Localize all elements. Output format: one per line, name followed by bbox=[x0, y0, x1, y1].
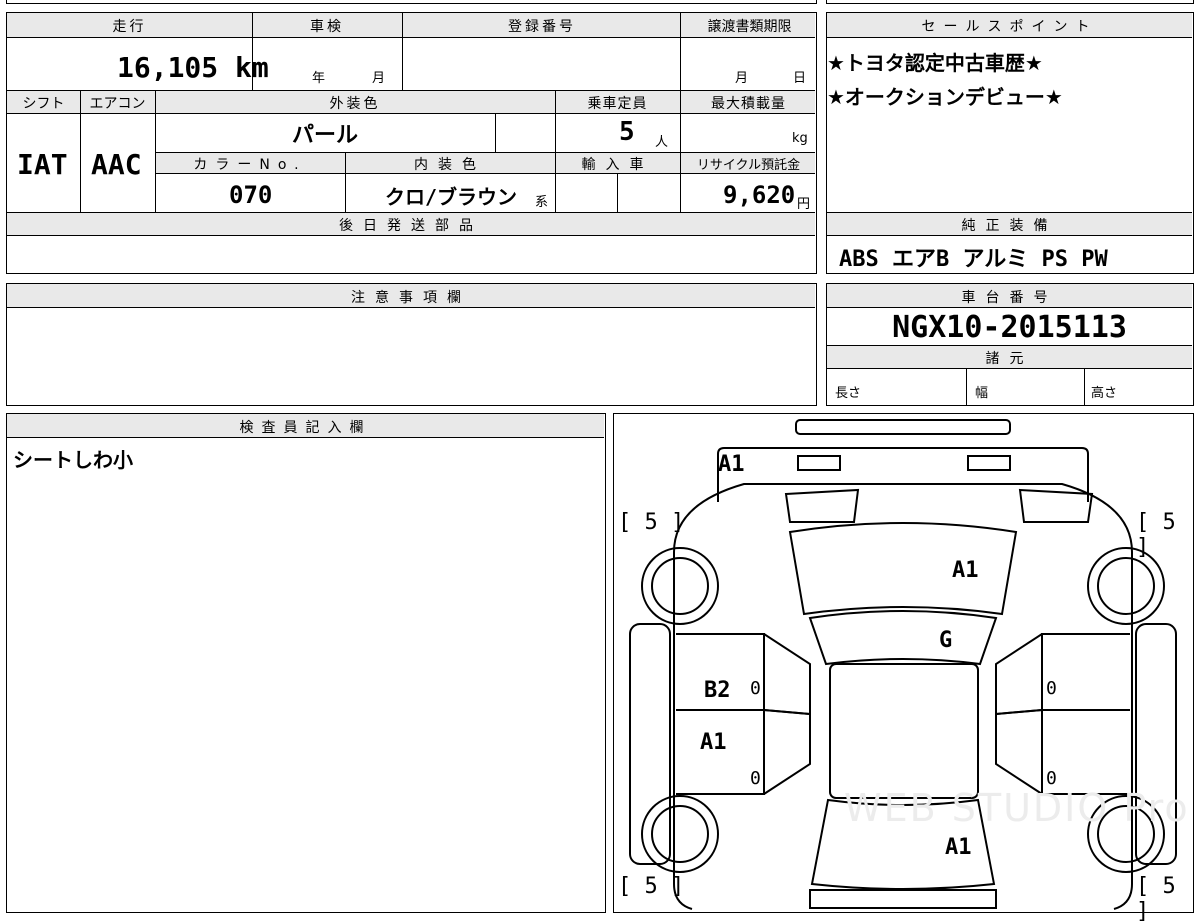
import-label: 輸入車 bbox=[581, 157, 654, 173]
inspector-notes-value: シートしわ小 bbox=[13, 448, 133, 472]
sales-points-label: セールスポイント bbox=[921, 19, 1098, 35]
interior-color-label: 内装色 bbox=[414, 157, 486, 173]
capacity-value: 5 bbox=[619, 117, 635, 147]
watermark: WEB STUDIO Pro bbox=[844, 786, 1190, 830]
damage-rear-door-left: A1 bbox=[700, 730, 727, 755]
tire-mark-front-right: [ 5 ] bbox=[1136, 510, 1176, 560]
later-parts-label: 後日発送部品 bbox=[339, 218, 483, 234]
car-damage-diagram: [ 5 ] [ 5 ] [ 5 ] [ 5 ] A1 A1 G B2 A1 A1… bbox=[613, 413, 1194, 924]
car-outline-drawing bbox=[629, 419, 1177, 910]
registration-label: 登録番号 bbox=[508, 19, 576, 35]
exterior-color-value: パール bbox=[292, 123, 359, 148]
mileage-label: 走行 bbox=[112, 19, 147, 35]
capacity-label: 乗車定員 bbox=[587, 96, 648, 112]
deadline-day-unit: 日 bbox=[793, 71, 807, 86]
aircon-label: エアコン bbox=[89, 96, 146, 112]
chassis-specs-panel: 車台番号 NGX10-2015113 諸元 長さ 幅 高さ bbox=[826, 283, 1194, 406]
inspection-label: 車検 bbox=[310, 19, 344, 35]
notes-panel: 注意事項欄 bbox=[6, 283, 817, 406]
height-label: 高さ bbox=[1091, 386, 1118, 401]
standard-equipment-value: ABS エアB アルミ PS PW bbox=[839, 247, 1108, 272]
inspection-month-unit: 月 bbox=[372, 71, 386, 86]
top-strip-left bbox=[6, 0, 817, 4]
max-load-label: 最大積載量 bbox=[711, 96, 786, 112]
damage-front-door-left: B2 bbox=[704, 678, 731, 703]
zero-mark-front-left: 0 bbox=[750, 678, 761, 699]
aircon-value: AAC bbox=[91, 148, 142, 181]
capacity-unit: 人 bbox=[655, 135, 669, 150]
color-no-value: 070 bbox=[229, 181, 273, 209]
top-strip-right bbox=[826, 0, 1194, 4]
sales-points-panel: セールスポイント ★トヨタ認定中古車歴★ ★オークションデビュー★ 純正装備 A… bbox=[826, 12, 1194, 274]
tire-mark-rear-left: [ 5 ] bbox=[618, 874, 685, 899]
notes-label: 注意事項欄 bbox=[351, 290, 471, 306]
shift-label: シフト bbox=[22, 96, 65, 112]
color-no-label: カラーNo. bbox=[193, 157, 307, 173]
interior-series-unit: 系 bbox=[535, 195, 549, 210]
vehicle-info-grid: 走行 車検 登録番号 譲渡書類期限 16,105 km 年 月 月 日 シフト … bbox=[6, 12, 817, 274]
zero-mark-front-right: 0 bbox=[1046, 678, 1057, 699]
recycle-fee-unit: 円 bbox=[797, 197, 811, 212]
sales-point-2: ★オークションデビュー★ bbox=[827, 85, 1063, 109]
sales-point-1: ★トヨタ認定中古車歴★ bbox=[827, 51, 1043, 75]
damage-windshield: G bbox=[939, 628, 953, 653]
interior-color-value: クロ/ブラウン bbox=[385, 185, 518, 209]
chassis-no-label: 車台番号 bbox=[961, 290, 1058, 306]
width-label: 幅 bbox=[975, 386, 989, 401]
transfer-deadline-label: 譲渡書類期限 bbox=[707, 19, 792, 35]
mileage-value: 16,105 km bbox=[117, 51, 269, 84]
standard-equipment-label: 純正装備 bbox=[961, 218, 1058, 234]
recycle-fee-label: リサイクル預託金 bbox=[696, 158, 801, 173]
inspection-year-unit: 年 bbox=[312, 71, 326, 86]
shift-value: IAT bbox=[17, 148, 68, 181]
inspector-notes-panel: 検査員記入欄 シートしわ小 bbox=[6, 413, 606, 913]
max-load-unit: kg bbox=[792, 131, 808, 146]
chassis-no-value: NGX10-2015113 bbox=[892, 310, 1127, 345]
damage-trunk: A1 bbox=[945, 835, 972, 860]
damage-front-bumper: A1 bbox=[718, 452, 745, 477]
tire-mark-front-left: [ 5 ] bbox=[618, 510, 685, 535]
length-label: 長さ bbox=[835, 386, 862, 401]
inspector-notes-label: 検査員記入欄 bbox=[239, 420, 372, 436]
deadline-month-unit: 月 bbox=[735, 71, 749, 86]
exterior-color-label: 外装色 bbox=[329, 96, 381, 112]
tire-mark-rear-right: [ 5 ] bbox=[1136, 874, 1176, 924]
specs-label: 諸元 bbox=[985, 351, 1034, 367]
damage-hood: A1 bbox=[952, 558, 979, 583]
zero-mark-rear-left: 0 bbox=[750, 768, 761, 789]
recycle-fee-value: 9,620 bbox=[723, 181, 796, 209]
